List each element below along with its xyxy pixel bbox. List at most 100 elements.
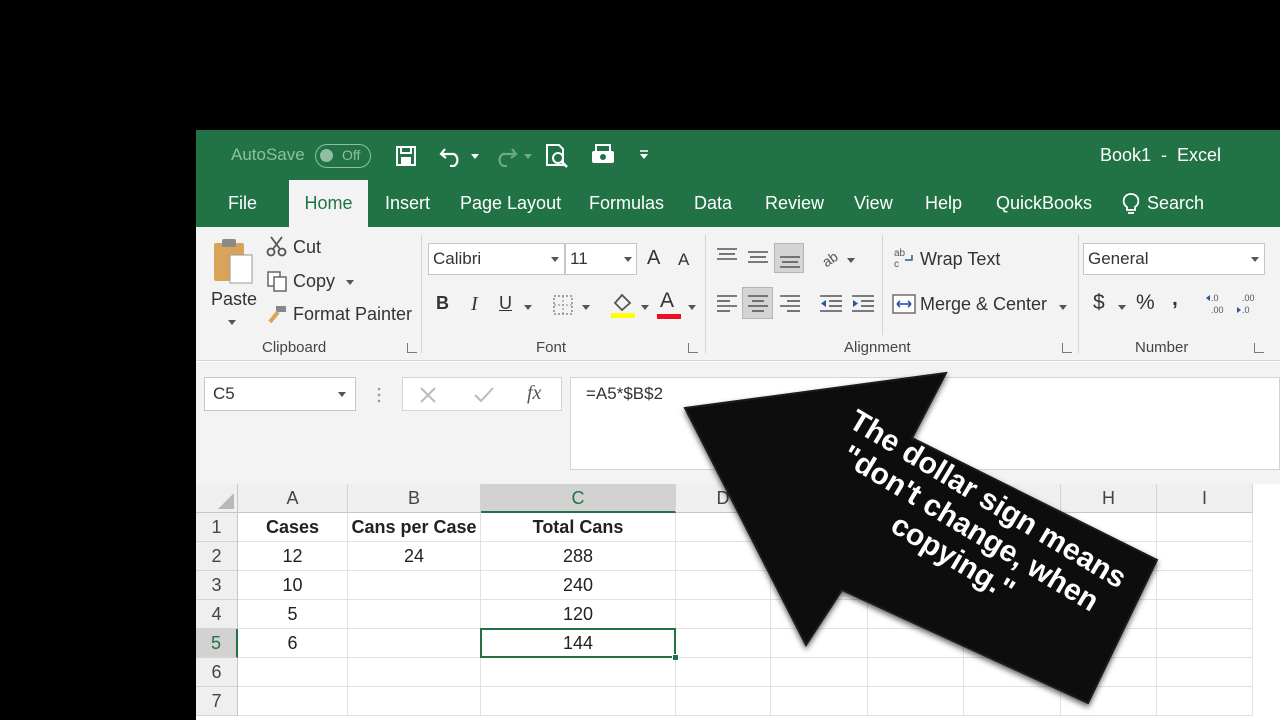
cell-h6[interactable] bbox=[1061, 658, 1157, 687]
customize-toolbar-icon[interactable] bbox=[639, 150, 649, 160]
cell-e3[interactable] bbox=[771, 571, 868, 600]
row-header-3[interactable]: 3 bbox=[196, 571, 238, 600]
underline-dropdown-icon[interactable] bbox=[524, 305, 532, 310]
enter-icon[interactable] bbox=[473, 386, 495, 404]
cell-b5[interactable] bbox=[348, 629, 481, 658]
currency-dropdown-icon[interactable] bbox=[1118, 305, 1126, 310]
cell-i2[interactable] bbox=[1157, 542, 1253, 571]
cell-d5[interactable] bbox=[676, 629, 771, 658]
cell-i4[interactable] bbox=[1157, 600, 1253, 629]
cell-a1[interactable]: Cases bbox=[238, 513, 348, 542]
cell-f6[interactable] bbox=[868, 658, 964, 687]
tab-insert[interactable]: Insert bbox=[385, 180, 430, 227]
fill-handle[interactable] bbox=[672, 654, 679, 661]
cell-b1[interactable]: Cans per Case bbox=[348, 513, 481, 542]
cell-c4[interactable]: 120 bbox=[481, 600, 676, 629]
tab-quickbooks[interactable]: QuickBooks bbox=[996, 180, 1092, 227]
tab-view[interactable]: View bbox=[854, 180, 893, 227]
cell-e4[interactable] bbox=[771, 600, 868, 629]
redo-icon[interactable] bbox=[492, 145, 518, 167]
orientation-icon[interactable]: ab bbox=[820, 247, 844, 269]
cell-e5[interactable] bbox=[771, 629, 868, 658]
font-size-select[interactable]: 11 bbox=[565, 243, 637, 275]
row-header-5[interactable]: 5 bbox=[196, 629, 238, 658]
cell-d2[interactable] bbox=[676, 542, 771, 571]
cell-b6[interactable] bbox=[348, 658, 481, 687]
tab-home[interactable]: Home bbox=[289, 180, 368, 227]
decrease-indent-icon[interactable] bbox=[819, 294, 843, 312]
tab-help[interactable]: Help bbox=[925, 180, 962, 227]
copy-button[interactable]: Copy bbox=[293, 271, 335, 292]
cell-d6[interactable] bbox=[676, 658, 771, 687]
cell-a2[interactable]: 12 bbox=[238, 542, 348, 571]
font-name-select[interactable]: Calibri bbox=[428, 243, 565, 275]
column-header-d[interactable]: D bbox=[676, 484, 771, 513]
cell-a7[interactable] bbox=[238, 687, 348, 716]
cell-g6[interactable] bbox=[964, 658, 1061, 687]
cell-c2[interactable]: 288 bbox=[481, 542, 676, 571]
align-right-icon[interactable] bbox=[779, 294, 801, 312]
lightbulb-icon[interactable] bbox=[1121, 192, 1141, 216]
insert-function-button[interactable]: fx bbox=[527, 382, 541, 405]
autosave-toggle[interactable]: Off bbox=[315, 144, 371, 168]
font-color-button[interactable]: A bbox=[660, 289, 674, 313]
quick-access-custom-icon[interactable] bbox=[590, 143, 616, 167]
cell-g7[interactable] bbox=[964, 687, 1061, 716]
cell-e7[interactable] bbox=[771, 687, 868, 716]
italic-button[interactable]: I bbox=[471, 293, 478, 316]
redo-dropdown-icon[interactable] bbox=[524, 154, 532, 159]
undo-dropdown-icon[interactable] bbox=[471, 154, 479, 159]
row-header-6[interactable]: 6 bbox=[196, 658, 238, 687]
cell-d1[interactable] bbox=[676, 513, 771, 542]
align-left-icon[interactable] bbox=[716, 294, 738, 312]
align-middle-icon[interactable] bbox=[747, 249, 769, 267]
decrease-decimal-icon[interactable]: .00 .0 bbox=[1236, 290, 1260, 316]
cell-d4[interactable] bbox=[676, 600, 771, 629]
copy-dropdown-icon[interactable] bbox=[346, 280, 354, 285]
borders-dropdown-icon[interactable] bbox=[582, 305, 590, 310]
cell-i5[interactable] bbox=[1157, 629, 1253, 658]
cell-e2[interactable] bbox=[771, 542, 868, 571]
column-header-b[interactable]: B bbox=[348, 484, 481, 513]
column-header-i[interactable]: I bbox=[1157, 484, 1253, 513]
save-icon[interactable] bbox=[395, 145, 417, 167]
font-color-dropdown-icon[interactable] bbox=[688, 305, 696, 310]
wrap-text-button[interactable]: Wrap Text bbox=[920, 249, 1000, 270]
undo-icon[interactable] bbox=[439, 145, 465, 167]
increase-indent-icon[interactable] bbox=[851, 294, 875, 312]
paste-button[interactable]: Paste bbox=[211, 289, 257, 310]
cell-i1[interactable] bbox=[1157, 513, 1253, 542]
tab-formulas[interactable]: Formulas bbox=[589, 180, 664, 227]
font-launcher-icon[interactable] bbox=[688, 343, 698, 353]
cell-f5[interactable] bbox=[868, 629, 964, 658]
more-options-icon[interactable] bbox=[376, 387, 382, 403]
row-header-1[interactable]: 1 bbox=[196, 513, 238, 542]
tab-data[interactable]: Data bbox=[694, 180, 732, 227]
name-box[interactable]: C5 bbox=[204, 377, 356, 411]
cell-b4[interactable] bbox=[348, 600, 481, 629]
paste-dropdown-icon[interactable] bbox=[228, 320, 236, 325]
clipboard-launcher-icon[interactable] bbox=[407, 343, 417, 353]
number-format-select[interactable]: General bbox=[1083, 243, 1265, 275]
align-bottom-button[interactable] bbox=[774, 243, 804, 273]
cell-f4[interactable] bbox=[868, 600, 964, 629]
cell-a4[interactable]: 5 bbox=[238, 600, 348, 629]
alignment-launcher-icon[interactable] bbox=[1062, 343, 1072, 353]
number-launcher-icon[interactable] bbox=[1254, 343, 1264, 353]
cut-button[interactable]: Cut bbox=[293, 237, 321, 258]
row-header-4[interactable]: 4 bbox=[196, 600, 238, 629]
align-center-button[interactable] bbox=[742, 287, 773, 319]
cell-b2[interactable]: 24 bbox=[348, 542, 481, 571]
align-top-icon[interactable] bbox=[716, 247, 738, 265]
cell-c6[interactable] bbox=[481, 658, 676, 687]
cell-d7[interactable] bbox=[676, 687, 771, 716]
currency-button[interactable]: $ bbox=[1093, 291, 1105, 315]
cell-e6[interactable] bbox=[771, 658, 868, 687]
grow-font-button[interactable]: A bbox=[647, 247, 660, 270]
orientation-dropdown-icon[interactable] bbox=[847, 258, 855, 263]
cell-a5[interactable]: 6 bbox=[238, 629, 348, 658]
cell-d3[interactable] bbox=[676, 571, 771, 600]
merge-dropdown-icon[interactable] bbox=[1059, 305, 1067, 310]
row-header-7[interactable]: 7 bbox=[196, 687, 238, 716]
tab-page-layout[interactable]: Page Layout bbox=[460, 180, 561, 227]
